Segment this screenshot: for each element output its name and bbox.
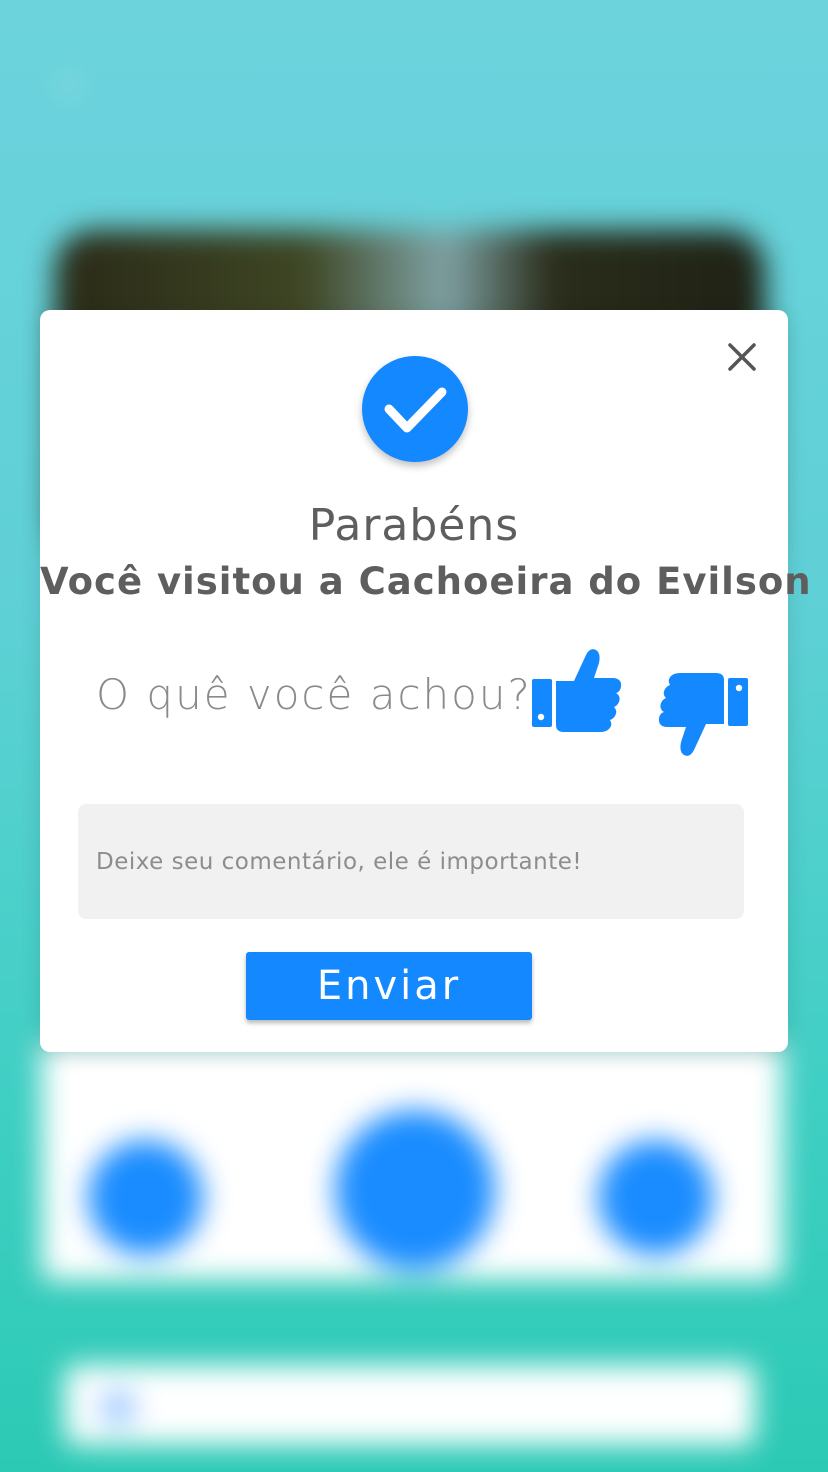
- thumbs-up-button[interactable]: [530, 645, 624, 735]
- navigate-action-icon: [335, 1110, 495, 1270]
- check-circle-icon: [362, 356, 468, 462]
- list-card: [65, 1365, 755, 1445]
- thumbs-down-icon: [658, 673, 748, 756]
- close-button[interactable]: [720, 335, 764, 379]
- back-arrow-icon: ‹: [58, 53, 79, 113]
- list-card-icon: [100, 1390, 136, 1426]
- thumbs-up-icon: [532, 649, 622, 732]
- send-button[interactable]: Enviar: [246, 952, 532, 1020]
- modal-title: Parabéns: [308, 500, 520, 551]
- rating-question: O quê você achou?: [96, 670, 532, 719]
- comment-input[interactable]: [78, 804, 744, 919]
- thumbs-down-button[interactable]: [656, 670, 750, 760]
- info-action-icon: [598, 1140, 713, 1255]
- close-icon: [728, 343, 756, 371]
- modal-subtitle: Você visitou a Cachoeira do Evilson: [40, 560, 812, 603]
- check-action-icon: [88, 1140, 203, 1255]
- blurred-header-title: [150, 40, 790, 120]
- app-screen: ‹ Parabéns Você visitou a Cachoeira do E…: [0, 0, 828, 1472]
- visit-feedback-modal: Parabéns Você visitou a Cachoeira do Evi…: [40, 310, 812, 1052]
